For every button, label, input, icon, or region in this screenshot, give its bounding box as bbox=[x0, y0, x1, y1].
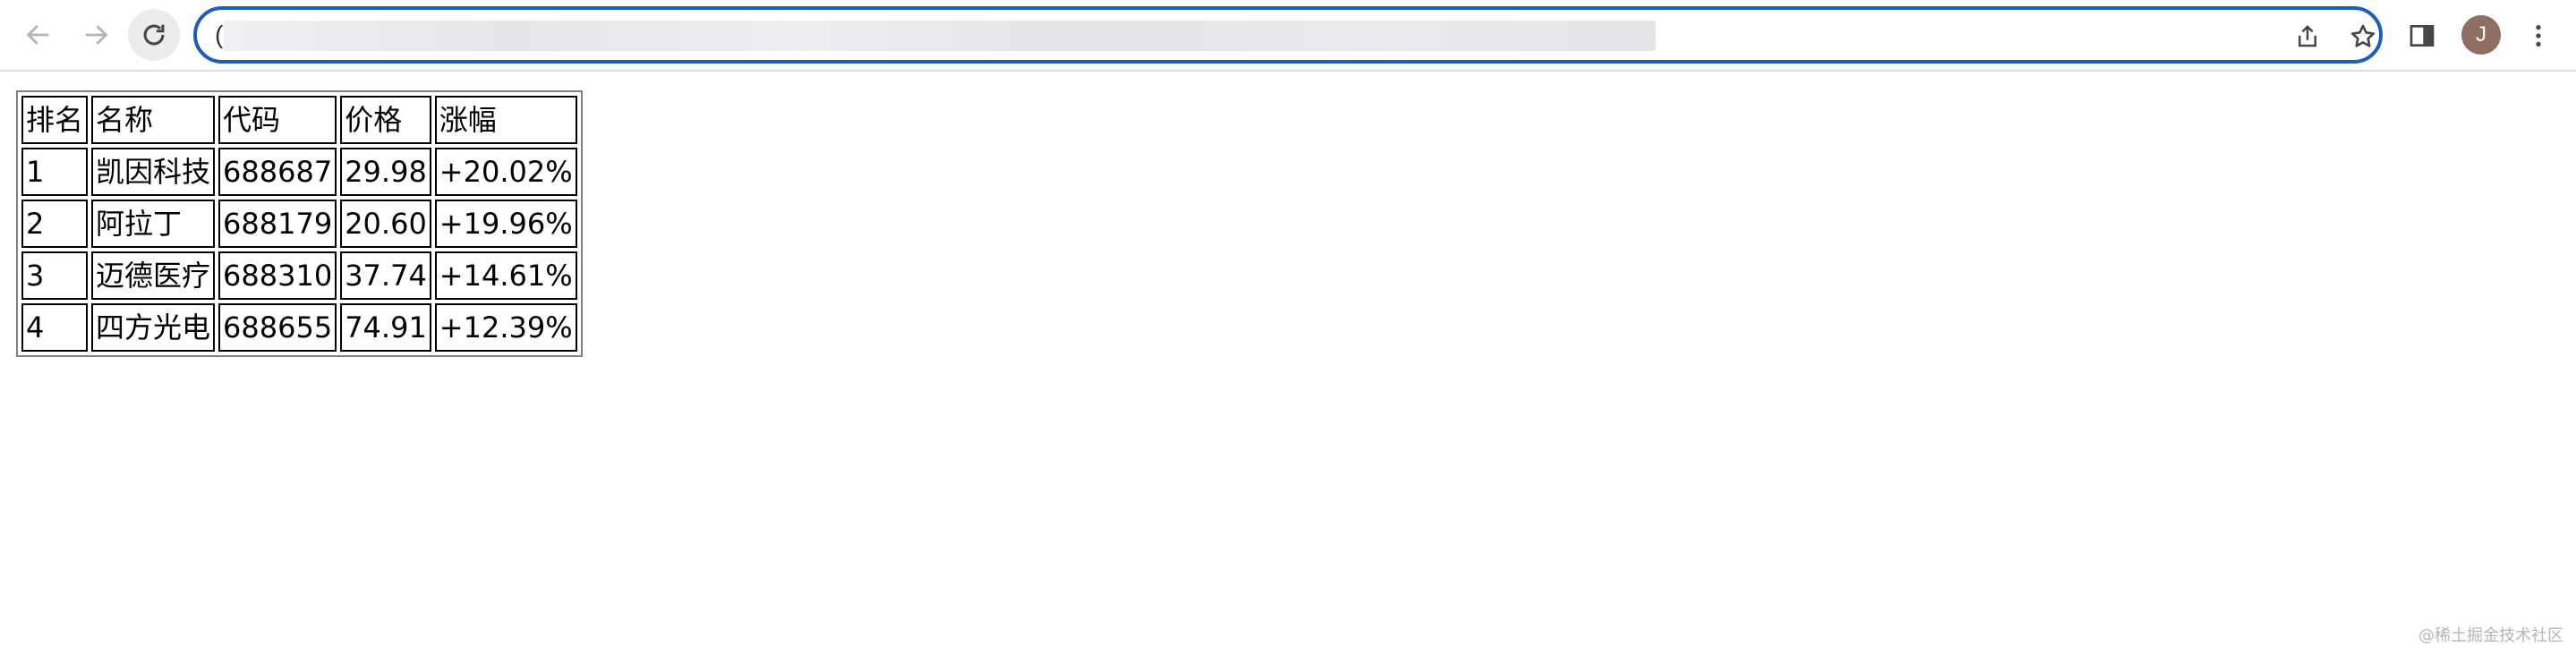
side-panel-button[interactable] bbox=[2402, 16, 2442, 55]
arrow-right-icon bbox=[85, 25, 108, 45]
back-button[interactable] bbox=[13, 9, 64, 61]
cell-price: 74.91 bbox=[340, 303, 431, 352]
cell-change: +14.61% bbox=[434, 251, 577, 300]
bookmark-button[interactable] bbox=[2345, 19, 2379, 55]
cell-name: 凯因科技 bbox=[91, 148, 216, 196]
cell-name: 四方光电 bbox=[91, 303, 216, 352]
arrow-left-icon bbox=[26, 25, 49, 45]
column-header-name: 名称 bbox=[91, 96, 216, 144]
stock-ranking-table: 排名 名称 代码 价格 涨幅 1 凯因科技 688687 29.98 +20.0… bbox=[16, 90, 583, 357]
address-bar-text: ( bbox=[215, 21, 224, 48]
address-bar[interactable]: ( bbox=[193, 6, 2383, 64]
cell-rank: 4 bbox=[21, 303, 89, 352]
cell-code: 688179 bbox=[218, 200, 337, 248]
cell-rank: 2 bbox=[21, 200, 89, 248]
cell-price: 37.74 bbox=[340, 251, 431, 300]
cell-rank: 3 bbox=[21, 251, 89, 300]
column-header-price: 价格 bbox=[340, 96, 431, 144]
cell-name: 迈德医疗 bbox=[91, 251, 216, 300]
cell-change: +12.39% bbox=[434, 303, 577, 352]
side-panel-icon bbox=[2410, 25, 2435, 47]
column-header-code: 代码 bbox=[218, 96, 337, 144]
kebab-menu-icon bbox=[2536, 25, 2541, 47]
reload-button[interactable] bbox=[128, 9, 180, 61]
table-row: 2 阿拉丁 688179 20.60 +19.96% bbox=[21, 200, 577, 248]
table-row: 4 四方光电 688655 74.91 +12.39% bbox=[21, 303, 577, 352]
cell-code: 688687 bbox=[218, 148, 337, 196]
cell-change: +19.96% bbox=[434, 200, 577, 248]
blurred-url bbox=[224, 21, 1656, 51]
share-icon bbox=[2299, 24, 2316, 47]
cell-name: 阿拉丁 bbox=[91, 200, 216, 248]
table-header-row: 排名 名称 代码 价格 涨幅 bbox=[21, 96, 577, 144]
cell-price: 29.98 bbox=[340, 148, 431, 196]
cell-change: +20.02% bbox=[434, 148, 577, 196]
profile-initial: J bbox=[2476, 22, 2486, 47]
cell-rank: 1 bbox=[21, 148, 89, 196]
forward-button[interactable] bbox=[70, 9, 122, 61]
star-icon bbox=[2350, 24, 2376, 47]
reload-icon bbox=[143, 24, 165, 46]
column-header-rank: 排名 bbox=[21, 96, 89, 144]
cell-price: 20.60 bbox=[340, 200, 431, 248]
browser-toolbar: ( J bbox=[0, 0, 2576, 72]
cell-code: 688655 bbox=[218, 303, 337, 352]
table-row: 3 迈德医疗 688310 37.74 +14.61% bbox=[21, 251, 577, 300]
share-button[interactable] bbox=[2290, 19, 2325, 55]
browser-menu-button[interactable] bbox=[2519, 16, 2558, 55]
profile-avatar[interactable]: J bbox=[2461, 15, 2501, 55]
table-row: 1 凯因科技 688687 29.98 +20.02% bbox=[21, 148, 577, 196]
cell-code: 688310 bbox=[218, 251, 337, 300]
column-header-change: 涨幅 bbox=[434, 96, 577, 144]
watermark: @稀土掘金技术社区 bbox=[2418, 626, 2563, 645]
